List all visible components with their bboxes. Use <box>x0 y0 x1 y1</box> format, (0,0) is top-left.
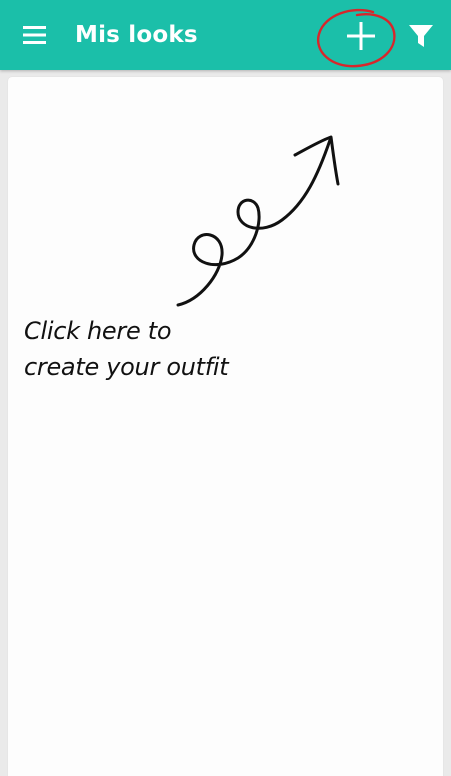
plus-icon <box>347 22 375 50</box>
page-title: Mis looks <box>75 22 198 48</box>
hint-line-2: create your outfit <box>24 353 229 381</box>
hint-line-1: Click here to <box>24 317 172 345</box>
filter-funnel-icon <box>409 25 433 47</box>
add-look-button[interactable] <box>338 14 384 58</box>
filter-button[interactable] <box>402 18 440 54</box>
looks-list-area <box>8 77 443 776</box>
create-outfit-hint: Click here to create your outfit <box>24 313 284 385</box>
menu-button[interactable] <box>18 20 52 50</box>
app-bar: Mis looks <box>0 0 451 70</box>
hamburger-menu-icon <box>23 26 46 44</box>
